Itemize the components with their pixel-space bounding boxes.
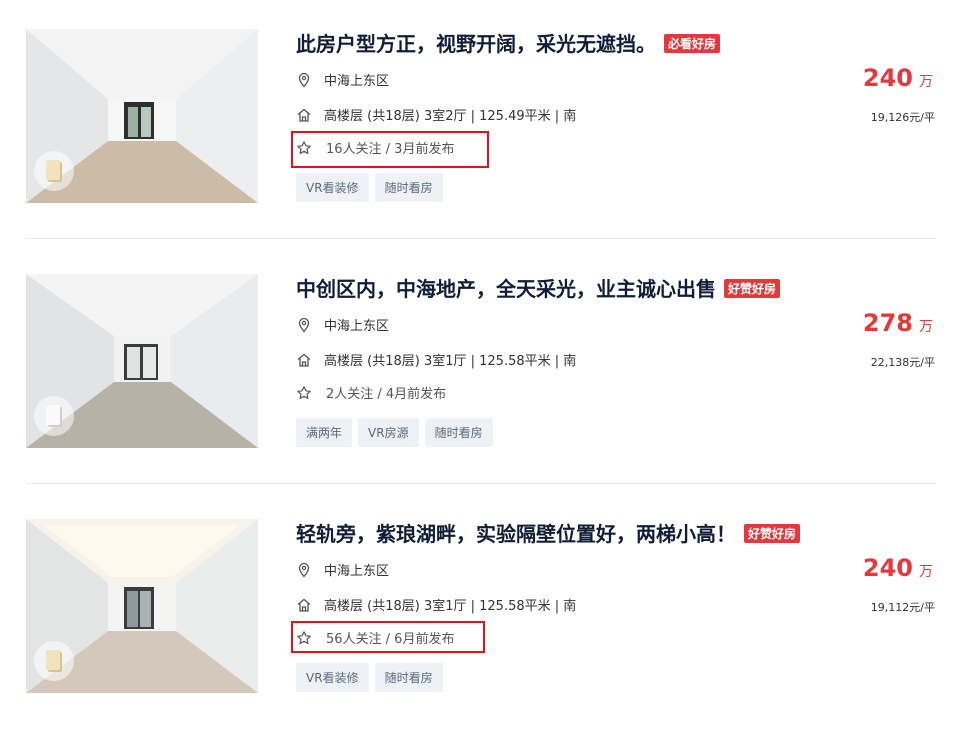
location-line[interactable]: 中海上东区 [296,315,389,335]
listing-title[interactable]: 轻轨旁，紫琅湖畔，实验隔壁位置好，两梯小高！ 好赞好房 [296,518,801,547]
map-pin-icon [296,562,312,578]
follow-line: 2人关注 / 4月前发布 [296,383,446,403]
feature-tag: 随时看房 [424,418,493,447]
location-line[interactable]: 中海上东区 [296,70,389,90]
divider [26,238,936,239]
house-info-text: 高楼层 (共18层) 3室1厅 | 125.58平米 | 南 [324,599,577,614]
feature-tag: VR房源 [358,418,419,447]
house-info-line: 高楼层 (共18层) 3室2厅 | 125.49平米 | 南 [296,105,576,125]
listing-card[interactable]: 中创区内，中海地产，全天采光，业主诚心出售 好赞好房 中海上东区 高楼层 (共18… [0,245,969,490]
divider [26,483,936,484]
unit-price: 19,126元/平 [870,111,935,124]
vr-badge-icon[interactable] [34,641,74,681]
total-price: 240 万 [862,64,933,92]
unit-price: 22,138元/平 [870,356,935,369]
listing-title[interactable]: 此房户型方正，视野开阔，采光无遮挡。 必看好房 [296,28,721,57]
feature-tag: 满两年 [296,418,353,447]
listing-photo[interactable] [26,274,258,448]
house-icon [296,107,312,123]
listing-card[interactable]: 此房户型方正，视野开阔，采光无遮挡。 必看好房 中海上东区 高楼层 (共18层) … [0,0,969,245]
feature-tag: VR看装修 [296,663,369,692]
unit-price: 19,112元/平 [870,601,935,614]
quality-tag: 好赞好房 [724,279,781,298]
total-price: 278 万 [862,309,933,337]
location-text[interactable]: 中海上东区 [324,319,389,334]
total-price: 240 万 [862,554,933,582]
location-text[interactable]: 中海上东区 [324,564,389,579]
vr-badge-icon[interactable] [34,151,74,191]
highlight-box [291,621,485,653]
highlight-box [291,131,489,168]
house-icon [296,352,312,368]
star-icon [296,385,312,401]
listing-card[interactable]: 轻轨旁，紫琅湖畔，实验隔壁位置好，两梯小高！ 好赞好房 中海上东区 高楼层 (共1… [0,490,969,735]
quality-tag: 必看好房 [664,34,721,53]
house-icon [296,597,312,613]
feature-tag: 随时看房 [374,663,443,692]
vr-badge-icon[interactable] [34,396,74,436]
follow-text: 2人关注 / 4月前发布 [326,387,447,402]
house-info-line: 高楼层 (共18层) 3室1厅 | 125.58平米 | 南 [296,595,576,615]
map-pin-icon [296,72,312,88]
map-pin-icon [296,317,312,333]
listing-photo[interactable] [26,519,258,693]
feature-tag: 随时看房 [374,173,443,202]
house-info-line: 高楼层 (共18层) 3室1厅 | 125.58平米 | 南 [296,350,576,370]
feature-tags: VR看装修 随时看房 [296,663,449,692]
feature-tags: VR看装修 随时看房 [296,173,449,202]
house-info-text: 高楼层 (共18层) 3室1厅 | 125.58平米 | 南 [324,354,577,369]
feature-tags: 满两年 VR房源 随时看房 [296,418,499,447]
feature-tag: VR看装修 [296,173,369,202]
location-text[interactable]: 中海上东区 [324,74,389,89]
house-info-text: 高楼层 (共18层) 3室2厅 | 125.49平米 | 南 [324,109,577,124]
quality-tag: 好赞好房 [744,524,801,543]
location-line[interactable]: 中海上东区 [296,560,389,580]
listing-title[interactable]: 中创区内，中海地产，全天采光，业主诚心出售 好赞好房 [296,273,781,302]
listing-photo[interactable] [26,29,258,203]
